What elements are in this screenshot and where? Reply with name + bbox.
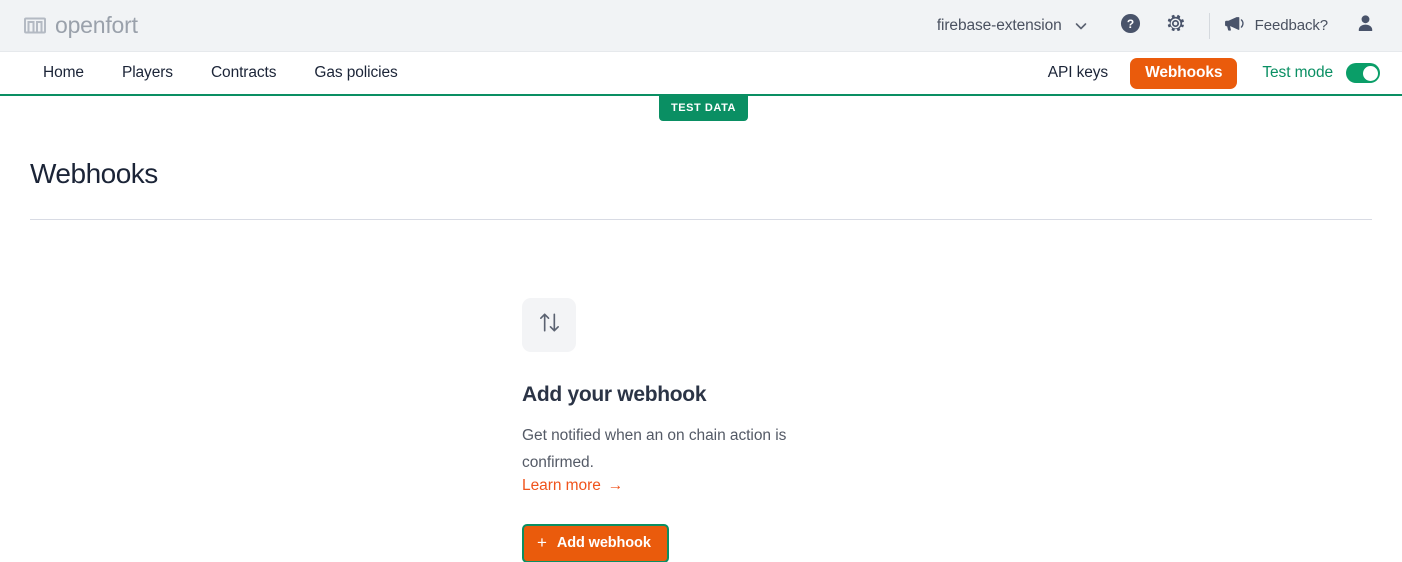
nav-item-api-keys[interactable]: API keys (1048, 64, 1108, 82)
nav-right-group: API keys Webhooks Test mode (1048, 57, 1380, 89)
nav-item-home[interactable]: Home (24, 64, 103, 82)
empty-state-heading: Add your webhook (522, 382, 707, 406)
empty-state-description: Get notified when an on chain action is … (522, 426, 787, 471)
feedback-button[interactable]: Feedback? (1224, 15, 1328, 37)
test-mode-control: Test mode (1262, 63, 1380, 83)
help-button[interactable]: ? (1114, 9, 1148, 43)
org-switcher[interactable]: firebase-extension (933, 13, 1092, 39)
openfort-logo-icon (24, 17, 46, 34)
megaphone-icon (1224, 15, 1245, 37)
test-mode-label: Test mode (1262, 64, 1333, 81)
nav-links: Home Players Contracts Gas policies (24, 64, 417, 82)
org-name-label: firebase-extension (936, 16, 1062, 34)
page-content: Webhooks Add your webhook Get notified w… (0, 96, 1402, 562)
feedback-label: Feedback? (1254, 17, 1328, 34)
test-data-badge: TEST DATA (659, 96, 749, 121)
add-webhook-button[interactable]: + Add webhook (522, 523, 669, 562)
header-actions: firebase-extension ? Feedback? (933, 9, 1380, 43)
user-avatar-icon (1354, 12, 1377, 40)
arrows-up-down-icon (535, 309, 564, 341)
gear-icon (1165, 13, 1186, 39)
main-navigation: Home Players Contracts Gas policies API … (0, 52, 1402, 96)
nav-item-webhooks[interactable]: Webhooks (1130, 57, 1238, 89)
learn-more-label: Learn more (522, 476, 601, 494)
svg-text:?: ? (1127, 16, 1134, 30)
user-avatar-button[interactable] (1350, 11, 1380, 41)
settings-button[interactable] (1159, 9, 1193, 43)
empty-state-icon-box (522, 297, 576, 352)
plus-icon: + (537, 532, 547, 552)
chevron-down-icon (1074, 19, 1088, 33)
arrow-right-icon: → (607, 476, 624, 494)
page-title-divider (30, 218, 1372, 220)
header-divider (1208, 12, 1210, 39)
webhooks-empty-state: Add your webhook Get notified when an on… (522, 297, 862, 562)
learn-more-link[interactable]: Learn more → (522, 477, 623, 495)
test-mode-toggle[interactable] (1346, 63, 1380, 83)
brand-name: openfort (55, 12, 138, 38)
brand-logo[interactable]: openfort (24, 14, 138, 37)
top-header-bar: openfort firebase-extension ? Feedback? (0, 0, 1402, 52)
nav-item-gas-policies[interactable]: Gas policies (295, 64, 416, 82)
add-webhook-label: Add webhook (556, 534, 651, 551)
nav-item-players[interactable]: Players (103, 64, 192, 82)
nav-item-contracts[interactable]: Contracts (192, 64, 295, 82)
help-circle-icon: ? (1120, 13, 1141, 39)
